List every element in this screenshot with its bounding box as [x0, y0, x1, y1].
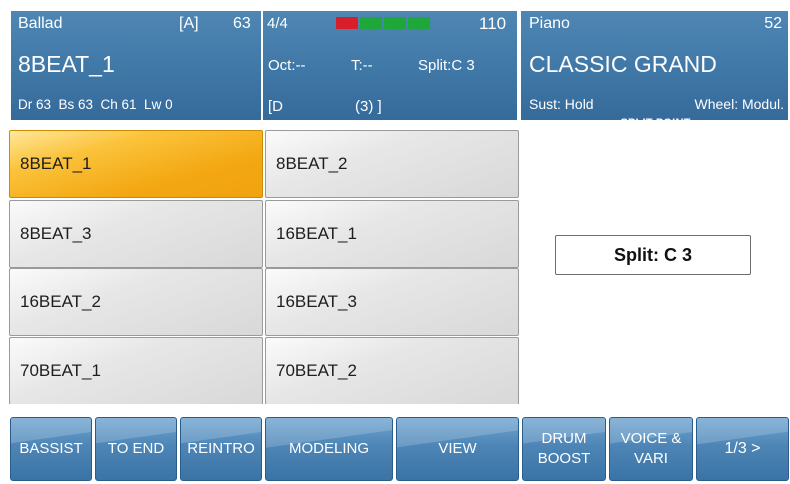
voice-vari-label-line1: VOICE &	[620, 429, 682, 447]
reintro-button[interactable]: REINTRO	[180, 417, 262, 481]
style-cell[interactable]: 16BEAT_2	[9, 268, 263, 336]
style-variation: [A]	[179, 15, 199, 32]
split-status: Split:C 3	[418, 57, 475, 74]
style-cell[interactable]: 16BEAT_1	[265, 200, 519, 268]
style-cell-label: 8BEAT_3	[20, 224, 92, 243]
bassist-label: BASSIST	[19, 439, 83, 457]
style-cell-label: 70BEAT_1	[20, 361, 101, 380]
style-cell-label: 70BEAT_2	[276, 361, 357, 380]
voice-number: 52	[764, 15, 782, 32]
style-track-levels: Dr 63 Bs 63 Ch 61 Lw 0	[18, 97, 173, 112]
split-point-panel: SPLIT POINT Split: C 3	[521, 117, 790, 404]
chord-detail: (3) ]	[355, 98, 382, 115]
page-next-button[interactable]: 1/3 >	[696, 417, 789, 481]
style-cell-label: 16BEAT_2	[20, 292, 101, 311]
beat-led-3	[384, 17, 406, 29]
voice-category: Piano	[529, 15, 570, 32]
voice-name: CLASSIC GRAND	[529, 51, 717, 77]
style-panel[interactable]: Ballad [A] 63 8BEAT_1 Dr 63 Bs 63 Ch 61 …	[9, 9, 263, 122]
split-point-field[interactable]: Split: C 3	[555, 235, 751, 275]
wheel-setting: Wheel: Modul.	[694, 96, 784, 112]
bassist-button[interactable]: BASSIST	[10, 417, 92, 481]
style-cell[interactable]: 70BEAT_2	[265, 337, 519, 405]
drum-boost-button[interactable]: DRUM BOOST	[522, 417, 606, 481]
style-cell-label: 8BEAT_2	[276, 154, 348, 173]
tempo-value[interactable]: 110	[479, 15, 506, 32]
voice-vari-button[interactable]: VOICE & VARI	[609, 417, 693, 481]
modeling-button[interactable]: MODELING	[265, 417, 393, 481]
style-cell[interactable]: 8BEAT_2	[265, 130, 519, 198]
octave-value: Oct:--	[268, 57, 306, 74]
reintro-label: REINTRO	[187, 439, 255, 457]
view-label: VIEW	[438, 439, 477, 457]
style-number: 63	[233, 15, 251, 32]
style-cell[interactable]: 70BEAT_1	[9, 337, 263, 405]
beat-led-2	[360, 17, 382, 29]
arranger-info-panel: 4/4 110 Oct:-- T:-- Split:C 3 [D (3) ]	[263, 9, 519, 122]
style-cell[interactable]: 8BEAT_3	[9, 200, 263, 268]
style-name: 8BEAT_1	[18, 51, 115, 77]
split-point-title: SPLIT POINT	[620, 117, 691, 129]
style-cell[interactable]: 16BEAT_3	[265, 268, 519, 336]
header: Ballad [A] 63 8BEAT_1 Dr 63 Bs 63 Ch 61 …	[0, 0, 790, 128]
style-cell-label: 16BEAT_1	[276, 224, 357, 243]
drum-boost-label-line2: BOOST	[537, 450, 591, 467]
style-cell-label: 8BEAT_1	[20, 154, 92, 173]
view-button[interactable]: VIEW	[396, 417, 519, 481]
style-category: Ballad	[18, 15, 63, 32]
function-button-bar: BASSIST TO END REINTRO MODELING VIEW DRU…	[0, 404, 790, 484]
time-signature: 4/4	[267, 15, 288, 32]
beat-indicator	[336, 17, 432, 29]
to-end-button[interactable]: TO END	[95, 417, 177, 481]
page-indicator: 1/3 >	[724, 440, 761, 458]
sustain-setting: Sust: Hold	[529, 96, 594, 112]
beat-led-4	[408, 17, 430, 29]
voice-vari-label-line2: VARI	[634, 450, 668, 467]
style-cell-label: 16BEAT_3	[276, 292, 357, 311]
modeling-label: MODELING	[288, 439, 369, 457]
voice-panel[interactable]: Piano 52 CLASSIC GRAND Sust: Hold Wheel:…	[519, 9, 790, 122]
drum-boost-label-line1: DRUM	[541, 429, 587, 447]
chord-display: [D	[268, 98, 283, 115]
beat-led-1	[336, 17, 358, 29]
style-cell[interactable]: 8BEAT_1	[9, 130, 263, 198]
transpose-value: T:--	[351, 57, 373, 74]
to-end-label: TO END	[107, 439, 165, 457]
